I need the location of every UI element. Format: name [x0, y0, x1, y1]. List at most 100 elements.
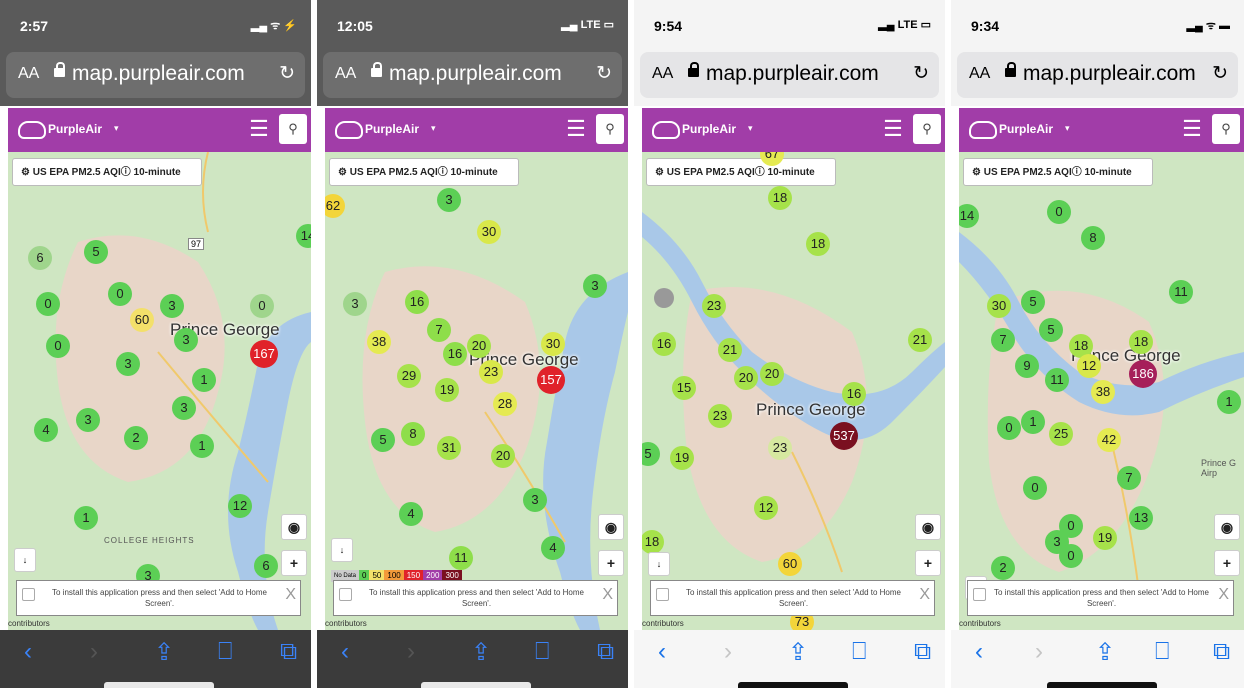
url-field[interactable]: AA map.purpleair.com ↻	[6, 52, 305, 98]
layer-selector[interactable]: ⚙ US EPA PM2.5 AQIⓘ 10-minute	[12, 158, 202, 186]
sensor-marker[interactable]: 9	[1015, 354, 1039, 378]
sensor-marker[interactable]: 167	[250, 340, 278, 368]
tabs-icon[interactable]: ⧉	[914, 638, 931, 666]
sensor-marker[interactable]: 12	[754, 496, 778, 520]
tabs-icon[interactable]: ⧉	[280, 638, 297, 666]
layer-selector[interactable]: ⚙ US EPA PM2.5 AQIⓘ 10-minute	[646, 158, 836, 186]
zoom-in-button[interactable]: +	[281, 550, 307, 576]
sensor-marker[interactable]: 157	[537, 366, 565, 394]
sensor-marker[interactable]: 13	[1129, 506, 1153, 530]
tabs-icon[interactable]: ⧉	[597, 638, 614, 666]
forward-icon[interactable]: ›	[90, 638, 98, 666]
close-icon[interactable]: X	[285, 587, 296, 603]
sensor-marker[interactable]: 6	[254, 554, 278, 578]
sensor-marker[interactable]: 23	[479, 360, 503, 384]
reload-icon[interactable]: ↻	[596, 62, 612, 85]
search-icon[interactable]: ⚲	[913, 114, 941, 144]
sensor-marker[interactable]: 5	[1039, 318, 1063, 342]
sensor-marker[interactable]: 3	[583, 274, 607, 298]
sensor-marker[interactable]: 60	[130, 308, 154, 332]
sensor-marker[interactable]: 0	[46, 334, 70, 358]
chevron-down-icon[interactable]: ▾	[1065, 123, 1070, 134]
map-view[interactable]: ⚙ US EPA PM2.5 AQIⓘ 10-minute Prince Geo…	[8, 152, 311, 630]
sensor-marker[interactable]: 28	[493, 392, 517, 416]
url-text[interactable]: map.purpleair.com	[72, 62, 245, 86]
sensor-marker[interactable]: 12	[228, 494, 252, 518]
sensor-marker[interactable]: 21	[908, 328, 932, 352]
sensor-marker[interactable]: 5	[1021, 290, 1045, 314]
legend-toggle-button[interactable]: ↓	[648, 552, 670, 576]
menu-icon[interactable]: ☰	[562, 116, 590, 144]
sensor-marker[interactable]: 7	[427, 318, 451, 342]
sensor-marker[interactable]: 21	[718, 338, 742, 362]
reader-aa-button[interactable]: AA	[335, 65, 356, 83]
sensor-marker[interactable]: 42	[1097, 428, 1121, 452]
sensor-marker[interactable]: 30	[987, 294, 1011, 318]
sensor-marker[interactable]: 2	[991, 556, 1015, 580]
menu-icon[interactable]: ☰	[1178, 116, 1206, 144]
sensor-marker[interactable]: 12	[1077, 354, 1101, 378]
map-attribution[interactable]: contributors	[642, 619, 684, 628]
url-text[interactable]: map.purpleair.com	[389, 62, 562, 86]
close-icon[interactable]: X	[1218, 587, 1229, 603]
layer-selector[interactable]: ⚙ US EPA PM2.5 AQIⓘ 10-minute	[329, 158, 519, 186]
bookmarks-icon[interactable]: ⎕	[218, 638, 232, 666]
sensor-marker[interactable]: 0	[1047, 200, 1071, 224]
sensor-marker[interactable]: 23	[768, 436, 792, 460]
sensor-marker[interactable]: 16	[443, 342, 467, 366]
sensor-marker[interactable]: 18	[1129, 330, 1153, 354]
locate-button[interactable]: ◉	[598, 514, 624, 540]
sensor-marker[interactable]: 3	[523, 488, 547, 512]
search-icon[interactable]: ⚲	[279, 114, 307, 144]
sensor-marker[interactable]: 19	[435, 378, 459, 402]
share-icon[interactable]: ⇪	[471, 638, 491, 667]
sensor-marker[interactable]: 4	[34, 418, 58, 442]
sensor-marker[interactable]: 15	[672, 376, 696, 400]
close-icon[interactable]: X	[919, 587, 930, 603]
back-icon[interactable]: ‹	[975, 638, 983, 666]
zoom-in-button[interactable]: +	[598, 550, 624, 576]
sensor-marker[interactable]: 16	[842, 382, 866, 406]
map-attribution[interactable]: contributors	[325, 619, 367, 628]
sensor-marker[interactable]: 18	[806, 232, 830, 256]
sensor-marker[interactable]: 3	[76, 408, 100, 432]
share-icon[interactable]: ⇪	[1095, 638, 1115, 667]
forward-icon[interactable]: ›	[1035, 638, 1043, 666]
url-field[interactable]: AA map.purpleair.com ↻	[957, 52, 1238, 98]
map-attribution[interactable]: contributors	[8, 619, 50, 628]
sensor-marker[interactable]: 16	[652, 332, 676, 356]
reload-icon[interactable]: ↻	[279, 62, 295, 85]
bookmarks-icon[interactable]: ⎕	[852, 638, 866, 666]
sensor-marker[interactable]: 5	[84, 240, 108, 264]
brand-name[interactable]: PurpleAir	[365, 122, 419, 136]
sensor-marker[interactable]: 11	[449, 546, 473, 570]
locate-button[interactable]: ◉	[915, 514, 941, 540]
sensor-marker[interactable]: 3	[174, 328, 198, 352]
sensor-marker[interactable]: 30	[541, 332, 565, 356]
sensor-marker[interactable]: 7	[991, 328, 1015, 352]
info-icon[interactable]: ⓘ	[755, 167, 765, 178]
sensor-marker[interactable]: 1	[1217, 390, 1241, 414]
sensor-marker[interactable]: 6	[28, 246, 52, 270]
sensor-marker[interactable]: 1	[190, 434, 214, 458]
forward-icon[interactable]: ›	[407, 638, 415, 666]
info-icon[interactable]: ⓘ	[438, 167, 448, 178]
brand-name[interactable]: PurpleAir	[48, 122, 102, 136]
url-field[interactable]: AA map.purpleair.com ↻	[323, 52, 622, 98]
zoom-in-button[interactable]: +	[1214, 550, 1240, 576]
menu-icon[interactable]: ☰	[879, 116, 907, 144]
sensor-marker[interactable]: 25	[1049, 422, 1073, 446]
back-icon[interactable]: ‹	[341, 638, 349, 666]
sensor-marker[interactable]: 537	[830, 422, 858, 450]
sensor-marker[interactable]: 30	[477, 220, 501, 244]
chevron-down-icon[interactable]: ▾	[748, 123, 753, 134]
legend-toggle-button[interactable]: ↓	[14, 548, 36, 572]
sensor-marker[interactable]: 0	[250, 294, 274, 318]
sensor-marker[interactable]: 0	[108, 282, 132, 306]
sensor-marker[interactable]: 29	[397, 364, 421, 388]
brand-name[interactable]: PurpleAir	[999, 122, 1053, 136]
locate-button[interactable]: ◉	[1214, 514, 1240, 540]
zoom-in-button[interactable]: +	[915, 550, 941, 576]
reload-icon[interactable]: ↻	[1212, 62, 1228, 85]
sensor-marker[interactable]: 0	[36, 292, 60, 316]
